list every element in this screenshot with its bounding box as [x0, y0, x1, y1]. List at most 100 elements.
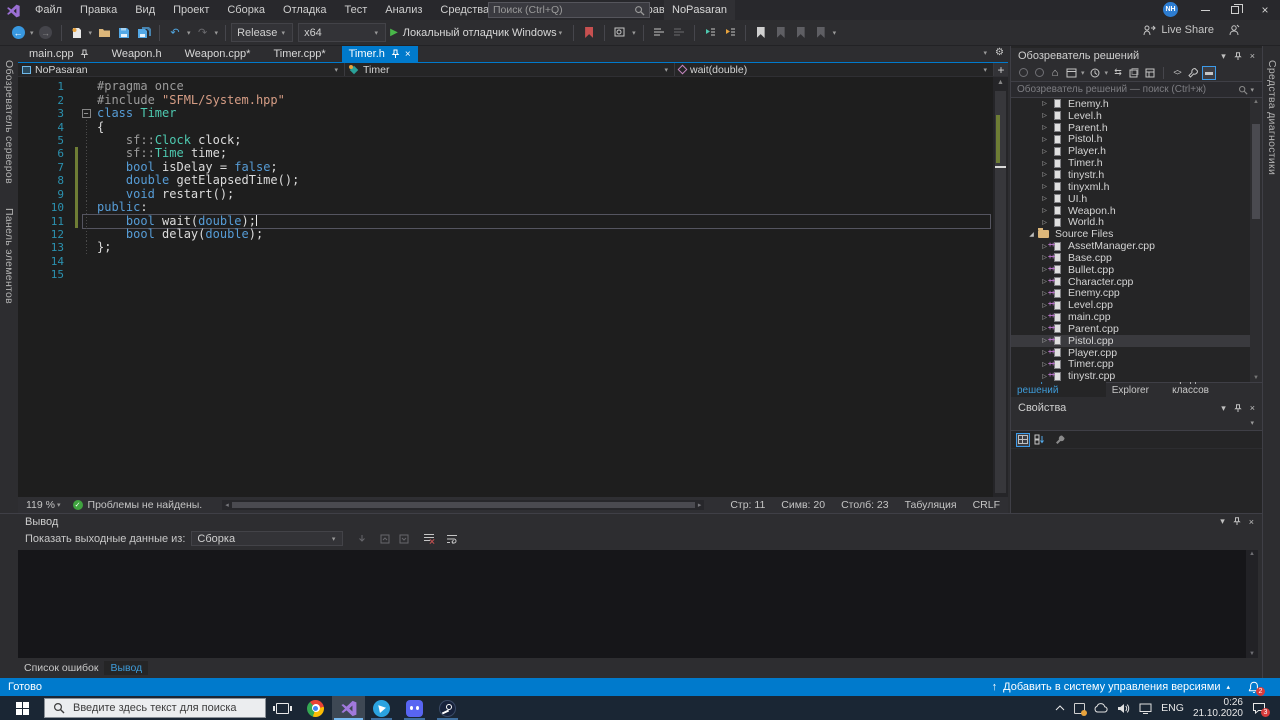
toggle-bookmark-button[interactable] [753, 24, 769, 42]
chevron-collapsed-icon[interactable]: ▷ [1039, 160, 1050, 167]
code-line-8[interactable]: 8 double getElapsedTime(); [18, 174, 1008, 188]
categorized-icon[interactable] [1016, 432, 1030, 447]
find-symbol-button[interactable] [702, 24, 718, 42]
output-source-dropdown[interactable]: Сборка ▾ [191, 531, 344, 546]
pin-icon[interactable] [1234, 51, 1242, 61]
tab-Weapon-h[interactable]: Weapon.h [105, 46, 169, 62]
find-in-files-button[interactable] [612, 24, 628, 42]
show-all-files-icon[interactable] [1202, 65, 1217, 80]
property-pages-icon[interactable] [1053, 433, 1067, 447]
fold-margin[interactable] [80, 200, 92, 215]
tree-item-World-h[interactable]: ▷ World.h [1011, 216, 1262, 228]
quick-search-input[interactable]: Поиск (Ctrl+Q) [488, 2, 650, 18]
chevron-down-icon[interactable]: ▾ [30, 29, 34, 37]
code-line-11[interactable]: 11 bool wait(double); [18, 214, 1008, 230]
tree-item-Timer-h[interactable]: ▷ Timer.h [1011, 157, 1262, 169]
pin-icon[interactable] [80, 49, 89, 59]
action-center-button[interactable]: 3 [1252, 702, 1270, 717]
code-line-13[interactable]: 13}; [18, 241, 1008, 255]
code-line-15[interactable]: 15 [18, 268, 1008, 281]
gear-icon[interactable]: ⚙ [995, 47, 1004, 58]
breakpoint-margin[interactable] [18, 147, 34, 160]
side-tab-Средства диагностики[interactable]: Средства диагностики [1266, 50, 1278, 185]
menu-item-Тест[interactable]: Тест [336, 0, 377, 20]
scroll-down-icon[interactable]: ▼ [1249, 651, 1255, 657]
search-icon[interactable] [634, 5, 645, 16]
close-icon[interactable]: × [1250, 403, 1255, 413]
code-line-12[interactable]: 12 bool delay(double); [18, 228, 1008, 242]
restore-button[interactable] [1220, 0, 1250, 20]
add-to-source-control-button[interactable]: Добавить в систему управления версиями [1003, 681, 1220, 693]
alphabetical-icon[interactable] [1032, 433, 1046, 447]
previous-bookmark-button[interactable] [773, 24, 789, 42]
menu-item-Проект[interactable]: Проект [164, 0, 218, 20]
active-files-dropdown-icon[interactable]: ▾ [984, 49, 988, 57]
platform-dropdown[interactable]: x64 ▾ [298, 23, 387, 42]
breakpoint-margin[interactable] [18, 255, 34, 268]
search-icon[interactable] [1238, 85, 1249, 95]
close-icon[interactable]: × [1249, 517, 1254, 527]
fold-margin[interactable] [80, 214, 92, 228]
chevron-up-icon[interactable]: ▴ [1226, 683, 1230, 691]
save-all-button[interactable] [136, 24, 152, 42]
tree-item-Enemy-h[interactable]: ▷ Enemy.h [1011, 98, 1262, 110]
fold-margin[interactable]: − [80, 107, 92, 120]
breakpoint-margin[interactable] [18, 134, 34, 147]
tree-item-Parent-h[interactable]: ▷ Parent.h [1011, 122, 1262, 134]
tree-item-Character-cpp[interactable]: ▷ ++ Character.cpp [1011, 276, 1262, 288]
undo-button[interactable]: ↶ [167, 24, 183, 42]
breakpoint-margin[interactable] [18, 174, 34, 187]
chevron-collapsed-icon[interactable]: ▷ [1039, 148, 1050, 155]
fold-margin[interactable] [80, 268, 92, 281]
scroll-up-icon[interactable]: ▲ [1249, 551, 1255, 557]
fold-margin[interactable] [80, 147, 92, 161]
chevron-down-icon[interactable]: ▾ [1221, 51, 1226, 62]
tree-item-Bullet-cpp[interactable]: ▷ ++ Bullet.cpp [1011, 264, 1262, 276]
navigate-symbol-button[interactable] [722, 24, 738, 42]
taskbar-app-steam[interactable] [431, 696, 464, 720]
pin-icon[interactable] [391, 49, 400, 59]
open-folder-button[interactable] [96, 24, 112, 42]
show-hidden-icons-button[interactable] [1055, 705, 1065, 711]
tree-item-Level-cpp[interactable]: ▷ ++ Level.cpp [1011, 299, 1262, 311]
view-code-icon[interactable]: <> [1170, 66, 1184, 80]
close-button[interactable]: × [1250, 0, 1280, 20]
output-scrollbar[interactable]: ▲ ▼ [1246, 550, 1258, 658]
code-line-4[interactable]: 4{ [18, 120, 1008, 134]
user-avatar[interactable]: NH [1163, 2, 1178, 17]
tree-item-tinystr-cpp[interactable]: ▷ ++ tinystr.cpp [1011, 370, 1262, 382]
properties-icon[interactable] [1186, 66, 1200, 80]
output-content[interactable]: ▲ ▼ [18, 550, 1258, 658]
fold-margin[interactable] [80, 160, 92, 175]
taskbar-app-telegram[interactable] [365, 696, 398, 720]
minimize-button[interactable] [1190, 0, 1220, 20]
fold-margin[interactable] [80, 93, 92, 106]
fold-margin[interactable] [80, 133, 92, 148]
switch-views-icon[interactable] [1064, 66, 1078, 80]
tree-item-main-cpp[interactable]: ▷ ++ main.cpp [1011, 311, 1262, 323]
code-line-14[interactable]: 14 [18, 255, 1008, 268]
volume-icon[interactable] [1117, 703, 1130, 714]
scroll-up-icon[interactable]: ▲ [993, 79, 1008, 86]
horizontal-scrollbar[interactable]: ◂ ▸ [222, 500, 705, 510]
chevron-down-icon[interactable]: ▾ [559, 29, 563, 37]
scroll-down-icon[interactable]: ▼ [1250, 375, 1262, 381]
find-message-icon[interactable] [355, 532, 369, 546]
tree-item-Source-Files[interactable]: ◢ Source Files [1011, 228, 1262, 240]
save-button[interactable] [116, 24, 132, 42]
tab--[interactable]: Вывод [104, 661, 149, 675]
next-bookmark-button[interactable] [793, 24, 809, 42]
next-message-icon[interactable] [397, 532, 411, 546]
previous-message-icon[interactable] [378, 532, 392, 546]
tab-Weapon-cpp-[interactable]: Weapon.cpp* [178, 46, 258, 62]
pin-icon[interactable] [1234, 403, 1242, 413]
editor-scrollbar[interactable]: ▲ [993, 77, 1008, 497]
chevron-collapsed-icon[interactable]: ▷ [1039, 112, 1050, 119]
menu-item-Сборка[interactable]: Сборка [218, 0, 274, 20]
new-file-button[interactable] [69, 24, 85, 42]
code-line-1[interactable]: 1 #pragma once [18, 80, 1008, 94]
network-icon[interactable] [1139, 703, 1152, 714]
zoom-dropdown[interactable]: 119 % ▾ [26, 499, 63, 511]
feedback-icon[interactable] [1228, 24, 1240, 36]
attach-to-process-button[interactable] [581, 24, 597, 42]
